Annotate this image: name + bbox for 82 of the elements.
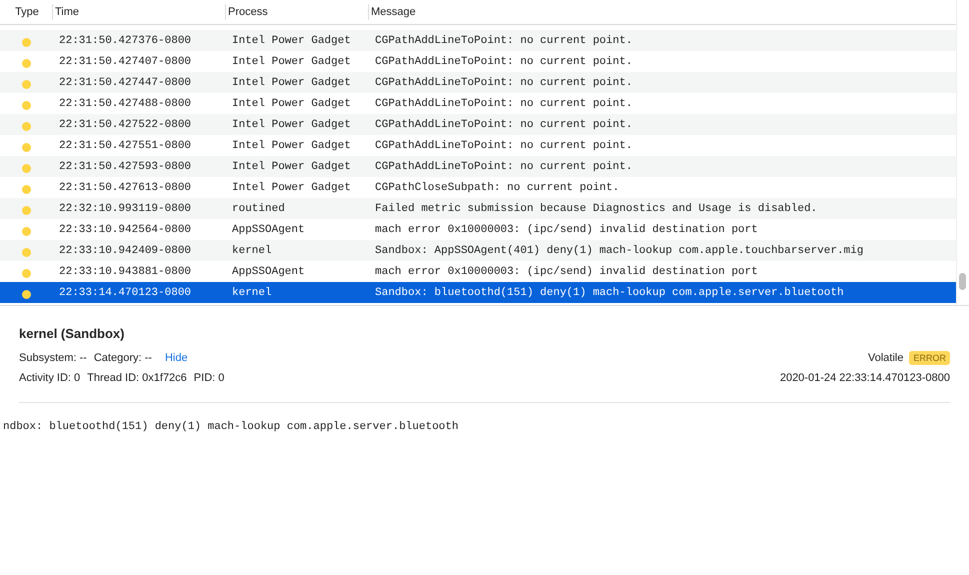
log-row[interactable]: 22:31:50.427488-0800 Intel Power Gadget CGPathAddLineToPoint: no current point. xyxy=(0,93,956,114)
status-dot xyxy=(22,248,30,256)
message-text: ndbox: bluetoothd(151) deny(1) mach-lookup com.apple.server.bluetooth xyxy=(3,421,460,433)
column-header[interactable]: Time xyxy=(52,4,225,20)
status-dot xyxy=(22,290,30,298)
thread-id-label: Thread ID: 0x1f72c6 xyxy=(87,372,187,384)
log-row[interactable]: 22:31:50.427551-0800 Intel Power Gadget CGPathAddLineToPoint: no current point. xyxy=(0,135,956,156)
table-cell-text: 22:32:10.993119-0800 xyxy=(58,202,192,214)
status-dot xyxy=(22,38,30,46)
detail-title: kernel (Sandbox) xyxy=(19,326,126,341)
table-cell-text: CGPathAddLineToPoint: no current point. xyxy=(374,98,634,110)
activity-id-label: Activity ID: 0 xyxy=(19,372,80,384)
table-cell-text: Intel Power Gadget xyxy=(231,76,352,88)
log-row[interactable]: 22:33:10.942409-0800 kernel Sandbox: AppSSOAgent(401) deny(1) mach-lookup com.apple.touchbarserver.mig xyxy=(0,240,956,261)
log-row[interactable]: 22:33:10.943881-0800 AppSSOAgent mach error 0x10000003: (ipc/send) invalid destination port xyxy=(0,261,956,282)
table-cell-text: Failed metric submission because Diagnostics and Usage is disabled. xyxy=(374,202,818,214)
scroll-thumb[interactable] xyxy=(959,273,966,290)
log-row[interactable]: 22:33:14.470123-0800 kernel Sandbox: bluetoothd(151) deny(1) mach-lookup com.apple.server.bluetooth xyxy=(0,282,956,303)
volatile-label: Volatile xyxy=(868,352,904,364)
table-cell-text: 22:31:50.427488-0800 xyxy=(58,98,192,110)
table-cell-text: 22:31:50.427551-0800 xyxy=(58,140,192,152)
table-cell-text: CGPathAddLineToPoint: no current point. xyxy=(374,76,634,88)
table-cell-text: 22:31:50.427593-0800 xyxy=(58,160,192,172)
log-row[interactable]: 22:31:50.427593-0800 Intel Power Gadget CGPathAddLineToPoint: no current point. xyxy=(0,156,956,177)
table-cell-text: 22:31:50.427447-0800 xyxy=(58,76,192,88)
log-row[interactable]: 22:31:50.427407-0800 Intel Power Gadget CGPathAddLineToPoint: no current point. xyxy=(0,51,956,72)
table-cell-text: CGPathAddLineToPoint: no current point. xyxy=(374,118,634,130)
status-dot xyxy=(22,142,30,152)
scrollbar[interactable] xyxy=(956,0,969,305)
table-cell-text: AppSSOAgent xyxy=(231,224,306,236)
table-cell-text: 22:33:14.470123-0800 xyxy=(58,286,192,298)
table-cell-text: CGPathAddLineToPoint: no current point. xyxy=(374,140,634,152)
table-cell-text: 22:33:10.942564-0800 xyxy=(58,224,192,236)
table-cell-text: mach error 0x10000003: (ipc/send) invalid destination port xyxy=(374,266,759,278)
table-cell-text: Intel Power Gadget xyxy=(231,56,352,68)
table-cell-text: 22:33:10.943881-0800 xyxy=(58,266,192,278)
table-cell-text: CGPathAddLineToPoint: no current point. xyxy=(374,56,634,68)
column-header[interactable]: Type xyxy=(0,4,52,20)
status-dot xyxy=(22,268,30,278)
status-dot xyxy=(22,122,30,130)
table-cell-text: kernel xyxy=(231,286,273,298)
hide-link[interactable]: Hide xyxy=(164,352,188,364)
timestamp-label: 2020-01-24 22:33:14.470123-0800 xyxy=(780,372,950,384)
table-cell-text: Sandbox: bluetoothd(151) deny(1) mach-lookup com.apple.server.bluetooth xyxy=(374,286,845,298)
error-badge: ERROR xyxy=(909,351,950,365)
status-dot xyxy=(22,184,30,194)
column-header[interactable]: Process xyxy=(225,4,368,20)
table-cell-text: routined xyxy=(231,202,286,214)
table-cell-text: 22:31:50.427407-0800 xyxy=(58,56,192,68)
status-dot xyxy=(22,206,30,214)
table-cell-text: CGPathCloseSubpath: no current point. xyxy=(374,182,620,194)
status-dot xyxy=(22,226,30,236)
log-row[interactable]: 22:31:50.427447-0800 Intel Power Gadget CGPathAddLineToPoint: no current point. xyxy=(0,72,956,93)
pid-label: PID: 0 xyxy=(194,372,224,384)
table-cell-text: AppSSOAgent xyxy=(231,266,306,278)
column-header[interactable]: Message xyxy=(368,4,956,20)
table-cell-text: 22:31:50.427522-0800 xyxy=(58,118,192,130)
table-cell-text: kernel xyxy=(231,244,273,256)
log-row[interactable]: 22:32:10.993119-0800 routined Failed metric submission because Diagnostics and Usage is disabled. xyxy=(0,198,956,219)
table-cell-text: 22:31:50.427376-0800 xyxy=(58,34,192,46)
log-row[interactable]: 22:31:50.427613-0800 Intel Power Gadget CGPathCloseSubpath: no current point. xyxy=(0,177,956,198)
status-dot xyxy=(22,58,30,68)
table-cell-text: mach error 0x10000003: (ipc/send) invalid destination port xyxy=(374,224,759,236)
table-cell-text: Intel Power Gadget xyxy=(231,34,352,46)
table-cell-text: Intel Power Gadget xyxy=(231,140,352,152)
table-cell-text: Intel Power Gadget xyxy=(231,118,352,130)
log-row[interactable]: 22:31:50.427522-0800 Intel Power Gadget CGPathAddLineToPoint: no current point. xyxy=(0,114,956,135)
category-label: Category: -- xyxy=(94,352,152,364)
log-row[interactable]: 22:33:10.942564-0800 AppSSOAgent mach error 0x10000003: (ipc/send) invalid destination port xyxy=(0,219,956,240)
status-dot xyxy=(22,164,30,172)
table-cell-text: Intel Power Gadget xyxy=(231,98,352,110)
table-cell-text: 22:33:10.942409-0800 xyxy=(58,244,192,256)
log-row[interactable]: 22:31:50.427376-0800 Intel Power Gadget CGPathAddLineToPoint: no current point. xyxy=(0,30,956,51)
status-dot xyxy=(22,100,30,110)
subsystem-label: Subsystem: -- xyxy=(19,352,87,364)
table-cell-text: Sandbox: AppSSOAgent(401) deny(1) mach-lookup com.apple.touchbarserver.mig xyxy=(374,244,864,256)
status-dot xyxy=(22,80,30,88)
table-cell-text: CGPathAddLineToPoint: no current point. xyxy=(374,160,634,172)
table-cell-text: Intel Power Gadget xyxy=(231,182,352,194)
table-cell-text: Intel Power Gadget xyxy=(231,160,352,172)
table-cell-text: CGPathAddLineToPoint: no current point. xyxy=(374,34,634,46)
table-cell-text: 22:31:50.427613-0800 xyxy=(58,182,192,194)
